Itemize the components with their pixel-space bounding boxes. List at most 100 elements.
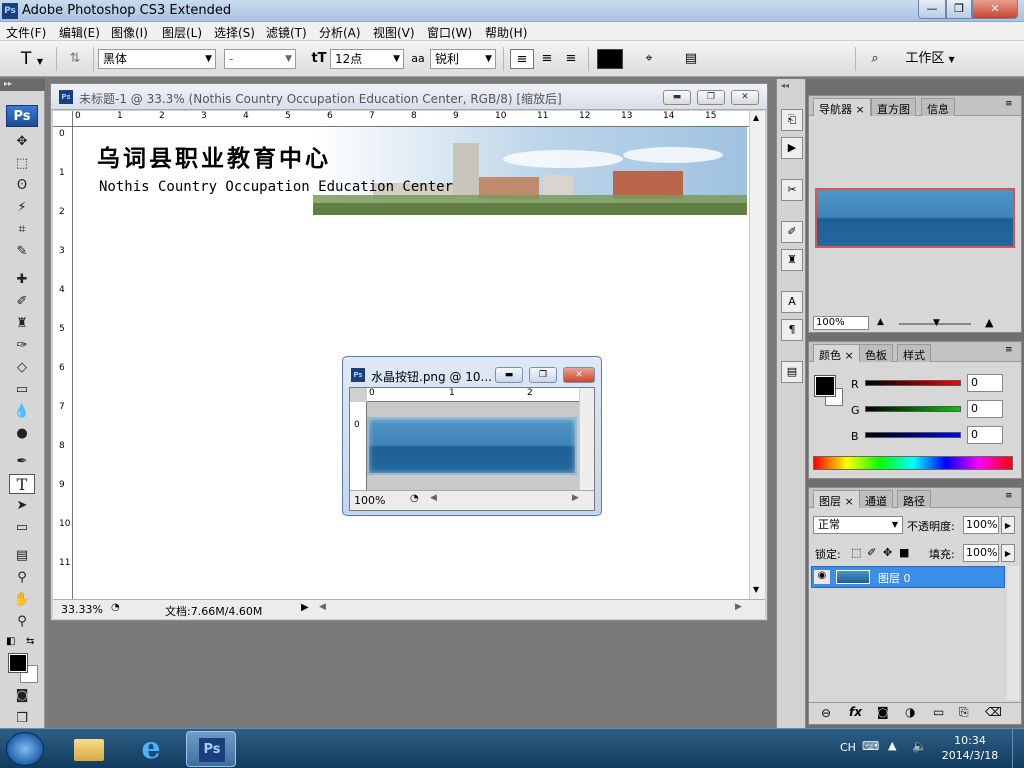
vertical-ruler[interactable]: 0	[350, 402, 367, 490]
type-tool-icon[interactable]: T	[9, 474, 35, 494]
status-arrow-icon[interactable]: ▶	[301, 602, 309, 613]
brush-tool-icon[interactable]: ✐	[9, 292, 35, 312]
red-value[interactable]: 0	[967, 374, 1003, 392]
scroll-left-icon[interactable]: ◀	[430, 493, 437, 503]
close-icon[interactable]: ×	[845, 495, 854, 508]
magic-wand-tool-icon[interactable]: ⚡	[9, 198, 35, 218]
tab-histogram[interactable]: 直方图	[871, 98, 916, 116]
tab-styles[interactable]: 样式	[897, 344, 931, 362]
tool-preset-picker[interactable]: T ▼	[14, 49, 50, 69]
text-color-swatch[interactable]	[597, 49, 623, 69]
gradient-tool-icon[interactable]: ▭	[9, 380, 35, 400]
menu-analysis[interactable]: 分析(A)	[319, 24, 361, 41]
blend-mode-select[interactable]: 正常 ▼	[813, 516, 903, 534]
green-value[interactable]: 0	[967, 400, 1003, 418]
tray-expand-icon[interactable]: ▲	[888, 739, 896, 752]
layer-mask-icon[interactable]: ◙	[877, 705, 889, 719]
slice-tool-icon[interactable]: ✎	[9, 242, 35, 262]
layer-style-icon[interactable]: fx	[849, 705, 862, 719]
vertical-ruler[interactable]: 0 1 2 3 4 5 6 7 8 9 10 11	[53, 127, 73, 599]
new-group-icon[interactable]: ▭	[933, 705, 944, 719]
quick-mask-icon[interactable]: ◙	[9, 686, 35, 706]
green-slider[interactable]	[865, 406, 961, 412]
brushes-panel-icon[interactable]: ✐	[781, 221, 803, 243]
small-canvas[interactable]	[367, 402, 579, 490]
default-colors-icon[interactable]: ◧	[6, 636, 15, 647]
eraser-tool-icon[interactable]: ◇	[9, 358, 35, 378]
zoom-in-icon[interactable]: ▲	[985, 316, 993, 329]
tab-info[interactable]: 信息	[921, 98, 955, 116]
blur-tool-icon[interactable]: 💧	[9, 402, 35, 422]
align-left-icon[interactable]: ≡	[510, 49, 534, 69]
panel-menu-icon[interactable]: ≡	[1005, 491, 1013, 501]
tab-swatches[interactable]: 色板	[859, 344, 893, 362]
blue-value[interactable]: 0	[967, 426, 1003, 444]
healing-brush-icon[interactable]: ✚	[9, 270, 35, 290]
eyedropper-tool-icon[interactable]: ⚲	[9, 568, 35, 588]
character-panel-icon[interactable]: ▤	[680, 49, 702, 69]
document-title-bar[interactable]: Ps 未标题-1 @ 33.3% (Nothis Country Occupat…	[51, 84, 767, 110]
doc-maximize-button[interactable]: ❐	[697, 90, 725, 105]
warp-text-icon[interactable]: ⌖	[638, 49, 660, 69]
layer-row[interactable]: ◉ 图层 0	[811, 566, 1005, 588]
layer-name[interactable]: 图层 0	[878, 570, 911, 586]
tab-channels[interactable]: 通道	[859, 490, 893, 508]
color-spectrum-bar[interactable]	[813, 456, 1013, 470]
scroll-right-icon[interactable]: ▶	[572, 493, 579, 503]
blue-slider[interactable]	[865, 432, 961, 438]
status-menu-icon[interactable]: ◔	[410, 493, 419, 504]
link-layers-icon[interactable]: ⊖	[821, 706, 831, 720]
small-document-title[interactable]: 水晶按钮.png @ 10...	[371, 368, 492, 385]
bridge-icon[interactable]: ⌕	[862, 49, 888, 69]
history-brush-icon[interactable]: ✑	[9, 336, 35, 356]
scroll-down-icon[interactable]: ▼	[753, 585, 759, 594]
panel-menu-icon[interactable]: ≡	[1005, 345, 1013, 355]
font-size-select[interactable]: 12点 ▼	[330, 49, 404, 69]
swap-colors-icon[interactable]: ⇆	[26, 636, 34, 647]
menu-filter[interactable]: 滤镜(T)	[266, 24, 307, 41]
tab-navigator[interactable]: 导航器 ×	[813, 98, 871, 116]
workspace-menu[interactable]: 工作区 ▼	[898, 49, 962, 69]
layer-comps-icon[interactable]: ▤	[781, 361, 803, 383]
lock-image-icon[interactable]: ✐	[867, 546, 876, 559]
navigator-zoom-field[interactable]: 100%	[813, 316, 869, 330]
keyboard-icon[interactable]: ⌨	[862, 739, 879, 753]
panel-menu-icon[interactable]: ≡	[1005, 99, 1013, 109]
lock-transparency-icon[interactable]: ⬚	[851, 546, 861, 559]
new-layer-icon[interactable]: ⎘	[959, 705, 969, 720]
horizontal-ruler[interactable]: 0 1 2	[367, 388, 579, 402]
ime-indicator[interactable]: CH	[840, 741, 856, 754]
foreground-color-swatch[interactable]	[814, 375, 836, 397]
close-icon[interactable]: ×	[845, 349, 854, 362]
small-minimize-button[interactable]: ▬	[495, 367, 523, 383]
menu-select[interactable]: 选择(S)	[214, 24, 255, 41]
show-desktop-button[interactable]	[1012, 729, 1024, 768]
zoom-slider-thumb[interactable]: ▼	[933, 318, 940, 328]
small-zoom-level[interactable]: 100%	[354, 494, 385, 507]
crop-tool-icon[interactable]: ⌗	[9, 220, 35, 240]
zoom-level[interactable]: 33.33%	[61, 603, 103, 616]
lasso-tool-icon[interactable]: ʘ	[9, 176, 35, 196]
adjustment-layer-icon[interactable]: ◑	[905, 705, 915, 719]
photoshop-taskbar-button[interactable]: Ps	[186, 731, 236, 767]
path-selection-icon[interactable]: ➤	[9, 496, 35, 516]
foreground-color-swatch[interactable]	[8, 653, 28, 673]
character-panel-icon[interactable]: A	[781, 291, 803, 313]
zoom-out-icon[interactable]: ▲	[877, 317, 884, 327]
align-center-icon[interactable]: ≡	[536, 49, 558, 69]
lock-all-icon[interactable]: ■	[899, 546, 909, 559]
navigator-preview[interactable]	[815, 188, 1015, 248]
notes-tool-icon[interactable]: ▤	[9, 546, 35, 566]
font-style-select[interactable]: - ▼	[224, 49, 296, 69]
move-tool-icon[interactable]: ✥	[9, 132, 35, 152]
opacity-field[interactable]: 100%	[963, 516, 999, 534]
horizontal-ruler[interactable]: 0 1 2 3 4 5 6 7 8 9 10 11 12 13 14 15	[73, 111, 749, 127]
layers-scrollbar[interactable]	[1007, 566, 1019, 700]
scroll-up-icon[interactable]: ▲	[753, 113, 759, 122]
actions-panel-icon[interactable]: ▶	[781, 137, 803, 159]
menu-image[interactable]: 图像(I)	[111, 24, 148, 41]
volume-icon[interactable]: 🔈	[912, 739, 927, 753]
marquee-tool-icon[interactable]: ⬚	[9, 154, 35, 174]
font-family-select[interactable]: 黑体 ▼	[98, 49, 216, 69]
dodge-tool-icon[interactable]: ●	[9, 424, 35, 444]
